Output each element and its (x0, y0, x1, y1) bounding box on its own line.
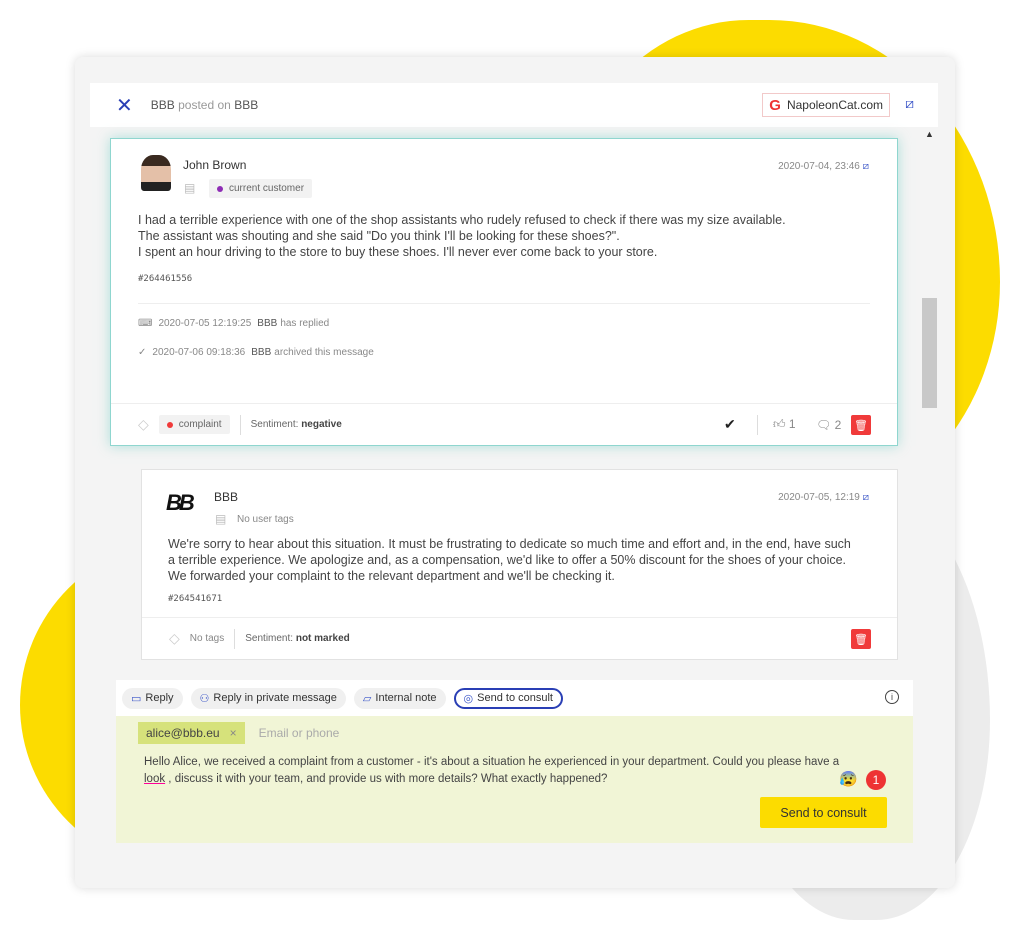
reply-id: #264541671 (168, 594, 223, 604)
sentiment[interactable]: Sentiment: not marked (245, 633, 350, 644)
like-count[interactable]: 👍︎ 1 (773, 417, 796, 432)
comment-icon: ▭ (131, 692, 142, 705)
delete-icon[interactable]: 🗑︎ (851, 415, 871, 435)
tab-send-to-consult[interactable]: ◎ Send to consult (453, 687, 563, 709)
post-body: I had a terrible experience with one of … (138, 213, 786, 259)
message-input[interactable]: Hello Alice, we received a complaint fro… (144, 754, 844, 788)
reply-date[interactable]: 2020-07-05, 12:19 ⧄ (778, 492, 869, 503)
post-footer: ◇ complaint Sentiment: negative ✔ 👍︎ 1 🗨… (111, 403, 897, 445)
no-tags[interactable]: No tags (190, 633, 224, 644)
author-name: John Brown (183, 158, 247, 172)
tab-private-message[interactable]: ⚇ Reply in private message (190, 687, 346, 709)
issue-badge[interactable]: 1 (866, 770, 886, 790)
scrollbar-thumb[interactable] (922, 298, 937, 408)
delete-icon[interactable]: 🗑︎ (851, 629, 871, 649)
google-icon: G (769, 96, 781, 114)
info-icon[interactable]: i (885, 690, 899, 704)
header: ✕ BBB posted on BBB G NapoleonCat.com ⧄ (90, 83, 938, 127)
check-circle-icon: ✓ (138, 347, 147, 358)
header-title: BBB posted on BBB (150, 98, 259, 112)
app-window: ✕ BBB posted on BBB G NapoleonCat.com ⧄ ▲… (75, 57, 955, 888)
tag-icon: ◇ (169, 630, 180, 646)
emoji-icon[interactable]: 😰 (839, 770, 858, 788)
tag-icon: ◇ (138, 416, 149, 432)
user-tags: No user tags (237, 514, 294, 525)
recipients: alice@bbb.eu × Email or phone (138, 722, 339, 744)
sentiment[interactable]: Sentiment: negative (251, 419, 342, 430)
source-name: NapoleonCat.com (786, 98, 883, 112)
source-badge[interactable]: G NapoleonCat.com (762, 93, 890, 117)
author-name: BBB (214, 490, 239, 504)
reply-body: We're sorry to hear about this situation… (168, 537, 851, 583)
fingerprint-icon: ◎ (463, 692, 474, 705)
remove-icon[interactable]: × (230, 726, 237, 740)
post-card: John Brown ▤ current customer 2020-07-04… (110, 138, 898, 446)
bbb-logo: BB (166, 490, 195, 515)
contact-card-icon: ▤ (184, 181, 196, 195)
private-message-icon: ⚇ (199, 692, 210, 705)
reply-card: BB BBB ▤ No user tags 2020-07-05, 12:19 … (141, 469, 898, 660)
contact-card-icon: ▤ (215, 512, 227, 526)
archive-check-icon[interactable]: ✔ (724, 416, 736, 433)
recipient-input[interactable]: Email or phone (259, 726, 340, 740)
post-date[interactable]: 2020-07-04, 23:46 ⧄ (778, 161, 869, 172)
composer: ▭ Reply ⚇ Reply in private message ▱ Intern… (116, 680, 913, 843)
post-id: #264461556 (138, 274, 193, 284)
avatar (141, 155, 171, 191)
reply-icon: ⌨ (138, 318, 153, 329)
user-tag[interactable]: current customer (209, 179, 313, 198)
close-icon[interactable]: ✕ (116, 93, 133, 118)
scroll-up-arrow[interactable]: ▲ (925, 129, 934, 139)
comment-count[interactable]: 🗨︎ 2 (816, 418, 841, 432)
recipient-chip: alice@bbb.eu × (138, 722, 245, 744)
reply-footer: ◇ No tags Sentiment: not marked 🗑︎ (142, 617, 897, 659)
link-icon[interactable]: ⧄ (905, 95, 914, 112)
tab-internal-note[interactable]: ▱ Internal note (353, 687, 446, 709)
composer-tabs: ▭ Reply ⚇ Reply in private message ▱ Intern… (116, 680, 913, 716)
note-icon: ▱ (362, 692, 372, 705)
activity-archived: ✓ 2020-07-06 09:18:36 BBB archived this mes… (138, 347, 374, 358)
activity-replied: ⌨ 2020-07-05 12:19:25 BBB has replied (138, 318, 330, 329)
tab-reply[interactable]: ▭ Reply (122, 687, 183, 709)
label-tag[interactable]: complaint (158, 415, 230, 434)
send-to-consult-button[interactable]: Send to consult (760, 797, 887, 828)
